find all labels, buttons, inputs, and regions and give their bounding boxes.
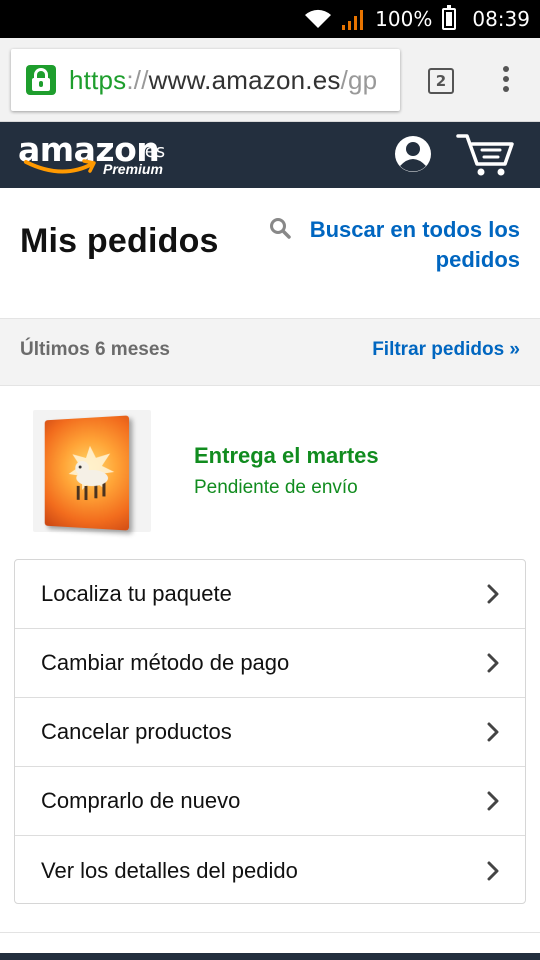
overflow-menu-icon[interactable] <box>500 66 512 96</box>
action-track-package[interactable]: Localiza tu paquete <box>15 560 525 629</box>
status-bar: 100% 08:39 <box>0 0 540 38</box>
amazon-logo[interactable]: amazon .es Premium <box>18 130 178 182</box>
tab-switcher-button[interactable]: 2 <box>428 68 454 94</box>
filter-bar: Últimos 6 meses Filtrar pedidos » <box>0 318 540 386</box>
product-image[interactable] <box>33 410 151 532</box>
url-text: https://www.amazon.es/gp <box>69 64 378 95</box>
chevron-right-icon <box>487 653 499 673</box>
account-icon[interactable] <box>393 134 433 174</box>
lock-icon <box>26 65 56 95</box>
smile-logo-icon <box>24 159 96 174</box>
cart-icon[interactable] <box>455 130 515 178</box>
clock: 08:39 <box>472 7 530 31</box>
action-label: Comprarlo de nuevo <box>41 788 241 813</box>
delivery-title: Entrega el martes <box>194 443 379 468</box>
footer-band <box>0 953 540 960</box>
order-actions-list: Localiza tu paquete Cambiar método de pa… <box>14 559 526 904</box>
browser-toolbar: https://www.amazon.es/gp 2 <box>0 38 540 122</box>
battery-percent: 100% <box>375 7 433 31</box>
product-box-art <box>44 415 130 531</box>
signal-icon <box>342 10 364 30</box>
action-label: Cambiar método de pago <box>41 650 290 675</box>
divider <box>0 932 540 933</box>
filter-orders-link[interactable]: Filtrar pedidos » <box>372 339 520 361</box>
search-all-orders-link[interactable]: Buscar en todos los pedidos <box>270 215 520 275</box>
search-icon <box>270 218 291 239</box>
page-title: Mis pedidos <box>20 222 219 260</box>
url-bar[interactable]: https://www.amazon.es/gp <box>11 49 400 111</box>
chevron-right-icon <box>487 791 499 811</box>
search-all-orders-label: Buscar en todos los pedidos <box>309 217 520 272</box>
delivery-status: Pendiente de envío <box>194 477 358 498</box>
battery-icon <box>442 5 457 30</box>
filter-period: Últimos 6 meses <box>20 339 170 360</box>
action-label: Localiza tu paquete <box>41 581 232 606</box>
chevron-right-icon <box>487 861 499 880</box>
action-buy-again[interactable]: Comprarlo de nuevo <box>15 767 525 836</box>
action-cancel-items[interactable]: Cancelar productos <box>15 698 525 767</box>
action-label: Cancelar productos <box>41 719 232 744</box>
action-change-payment[interactable]: Cambiar método de pago <box>15 629 525 698</box>
action-order-details[interactable]: Ver los detalles del pedido <box>15 836 525 903</box>
action-label: Ver los detalles del pedido <box>41 857 298 883</box>
wifi-icon <box>305 9 332 28</box>
product-lion-art <box>68 445 115 505</box>
chevron-right-icon <box>487 722 499 742</box>
chevron-right-icon <box>487 584 499 604</box>
